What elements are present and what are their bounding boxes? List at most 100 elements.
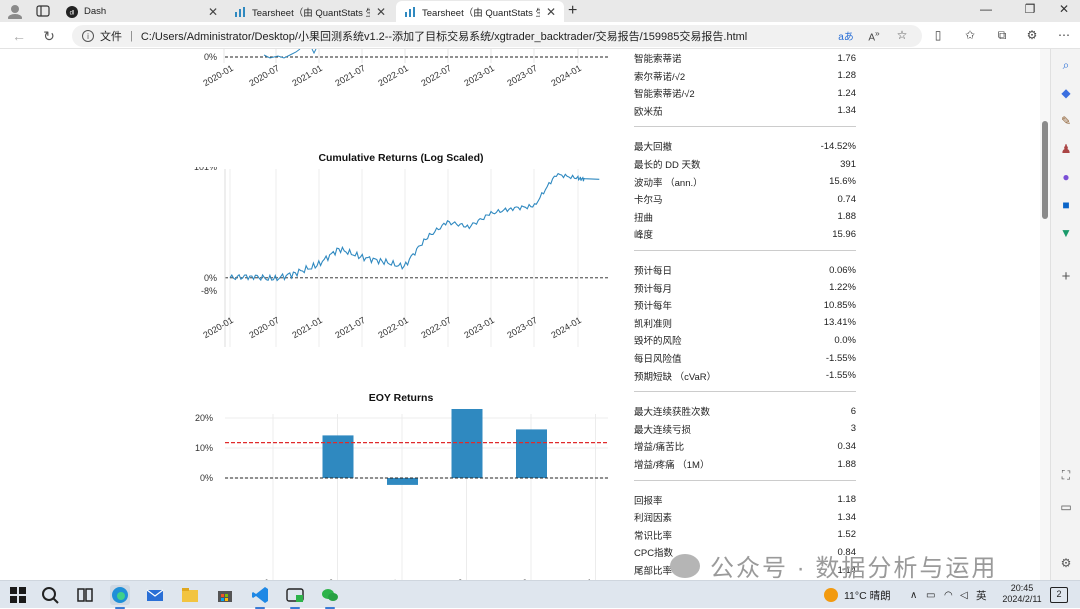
- close-window-icon[interactable]: ✕: [1054, 2, 1074, 16]
- scrollbar-thumb[interactable]: [1042, 121, 1048, 219]
- metric-row: 预计每日0.06%: [634, 262, 856, 278]
- dash-favicon-icon: dl: [66, 6, 78, 18]
- restore-icon[interactable]: ❐: [1020, 2, 1040, 16]
- section-divider: [634, 480, 856, 481]
- metric-row: 毁坏的风险 0.0%: [634, 332, 856, 348]
- report-page: 0% 2020-012020-072021-012021-072022-0120…: [0, 49, 1040, 580]
- screenshot-icon[interactable]: ⛶: [1058, 467, 1074, 483]
- wifi-icon[interactable]: ◠: [944, 581, 953, 609]
- metric-label: 尾部比率: [634, 563, 672, 577]
- collections-icon[interactable]: ⧉: [994, 28, 1010, 43]
- section-divider: [634, 250, 856, 251]
- clock-date: 2024/2/11: [1000, 594, 1044, 605]
- eoy-bar: [516, 429, 547, 478]
- search-icon[interactable]: ⌕: [1058, 57, 1074, 73]
- chart-favicon-icon: [234, 6, 246, 18]
- weather-widget[interactable]: 11°C 晴朗: [824, 581, 891, 609]
- ime-indicator[interactable]: 英: [976, 581, 987, 609]
- metric-label: 索尔蒂诺/√2: [634, 69, 685, 83]
- url-separator: |: [130, 30, 133, 42]
- volume-icon[interactable]: ◁: [960, 581, 968, 609]
- metric-label: 每日风险值: [634, 351, 682, 365]
- metric-value: 0.0%: [834, 335, 856, 346]
- metric-label: 欧米茄: [634, 104, 663, 118]
- games-icon[interactable]: ♟: [1058, 141, 1074, 157]
- copilot-icon[interactable]: ●: [1058, 169, 1074, 185]
- info-icon[interactable]: i: [82, 30, 94, 42]
- metric-label: 凯利准则: [634, 316, 672, 330]
- profile-avatar-icon[interactable]: [6, 3, 24, 19]
- tray-chevron-icon[interactable]: ∧: [910, 581, 917, 609]
- metric-row: 预计每年10.85%: [634, 297, 856, 313]
- outlook-icon[interactable]: ■: [1058, 197, 1074, 213]
- sidebar-toggle-icon[interactable]: ▭: [1058, 499, 1074, 515]
- metric-value: 1.34: [838, 105, 857, 116]
- store-icon[interactable]: [215, 585, 235, 605]
- translate-icon[interactable]: aあ: [838, 28, 854, 43]
- y-tick-label: -8%: [201, 286, 217, 296]
- search-icon[interactable]: [40, 585, 60, 605]
- metric-value: 6: [851, 406, 856, 417]
- metric-value: 15.6%: [829, 176, 856, 187]
- metric-row: 最大连续获胜次数6: [634, 403, 856, 419]
- add-sidebar-item-icon[interactable]: +: [1058, 269, 1074, 285]
- eoy-chart-title: EOY Returns: [326, 392, 476, 404]
- eoy-bar: [387, 478, 418, 485]
- page-scrollbar[interactable]: [1040, 49, 1050, 580]
- task-view-icon[interactable]: [75, 585, 95, 605]
- clock-time: 20:45: [1000, 583, 1044, 594]
- close-tab-icon[interactable]: ✕: [208, 5, 218, 19]
- new-tab-icon[interactable]: +: [568, 2, 577, 20]
- tab-dash[interactable]: dl Dash ✕: [58, 1, 226, 22]
- file-explorer-icon[interactable]: [180, 585, 200, 605]
- read-aloud-icon[interactable]: A»: [866, 28, 882, 43]
- edge-sidebar: ⌕ ◆ ✎ ♟ ● ■ ▼ + ⛶ ▭ ⚙: [1050, 49, 1080, 580]
- metric-label: 峰度: [634, 227, 653, 241]
- cumulative-chart-title: Cumulative Returns (Log Scaled): [296, 152, 506, 164]
- metric-label: 预计每月: [634, 281, 672, 295]
- metric-value: 391: [840, 159, 856, 170]
- y-tick-label: 0%: [204, 52, 217, 62]
- y-tick-label: 10%: [195, 443, 213, 453]
- minimize-icon[interactable]: —: [976, 2, 996, 16]
- clock[interactable]: 20:45 2024/2/11: [1000, 583, 1044, 605]
- tray-battery-icon[interactable]: ▭: [926, 581, 935, 609]
- refresh-icon[interactable]: ↻: [40, 27, 58, 45]
- tab-actions-icon[interactable]: [34, 3, 52, 19]
- close-tab-icon[interactable]: ✕: [546, 5, 556, 19]
- favorites-icon[interactable]: ✩: [962, 28, 978, 42]
- split-screen-icon[interactable]: ▯: [930, 28, 946, 42]
- extensions-icon[interactable]: ⚙: [1024, 28, 1040, 42]
- more-menu-icon[interactable]: ⋯: [1056, 28, 1072, 42]
- y-tick-label: 0%: [200, 473, 213, 483]
- tab-title: Tearsheet（由 QuantStats 生成）: [252, 5, 370, 19]
- metric-value: 1.76: [838, 53, 857, 64]
- terminal-icon[interactable]: [285, 585, 305, 605]
- metric-label: 预期短缺 （cVaR）: [634, 369, 716, 383]
- settings-gear-icon[interactable]: ⚙: [1058, 555, 1074, 571]
- metric-value: 10.85%: [824, 300, 856, 311]
- tag-icon[interactable]: ◆: [1058, 85, 1074, 101]
- wechat-icon[interactable]: [320, 585, 340, 605]
- metric-value: 1.88: [838, 211, 857, 222]
- tab-tearsheet-2[interactable]: Tearsheet（由 QuantStats 生成） ✕: [396, 1, 564, 22]
- metric-row: 增益/痛苦比0.34: [634, 438, 856, 454]
- metric-label: 卡尔马: [634, 192, 663, 206]
- notification-center[interactable]: 2: [1050, 581, 1068, 609]
- vscode-icon[interactable]: [250, 585, 270, 605]
- metric-label: 增益/痛苦比: [634, 439, 684, 453]
- back-arrow-icon[interactable]: ←: [10, 27, 28, 45]
- favorite-star-icon[interactable]: ☆: [894, 28, 910, 42]
- drop-icon[interactable]: ▼: [1058, 225, 1074, 241]
- mail-icon[interactable]: [145, 585, 165, 605]
- watermark: 公众号 · 数据分析与运用: [670, 548, 997, 580]
- metric-label: 扭曲: [634, 210, 653, 224]
- tab-tearsheet-1[interactable]: Tearsheet（由 QuantStats 生成） ✕: [226, 1, 394, 22]
- url-field[interactable]: i 文件 | C:/Users/Administrator/Desktop/小果…: [72, 25, 922, 47]
- windows-start-icon[interactable]: [8, 585, 28, 605]
- close-tab-icon[interactable]: ✕: [376, 5, 386, 19]
- edge-browser-icon[interactable]: [110, 585, 130, 605]
- metric-label: 毁坏的风险: [634, 333, 682, 347]
- tools-icon[interactable]: ✎: [1058, 113, 1074, 129]
- watermark-text: 公众号 · 数据分析与运用: [710, 548, 997, 580]
